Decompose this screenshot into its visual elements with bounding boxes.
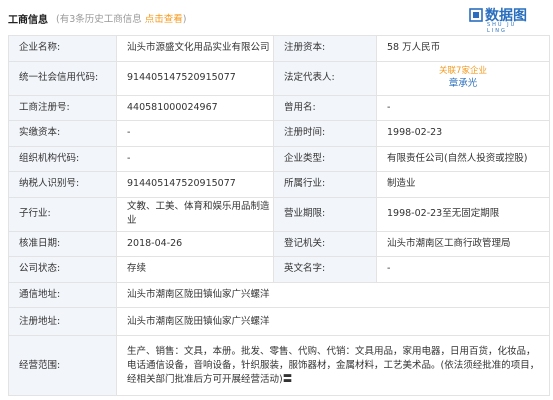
industry-label: 所属行业: bbox=[273, 171, 377, 198]
scope-value: 生产、销售：文具，本册。批发、零售、代购、代销：文具用品，家用电器，日用百货，化… bbox=[116, 335, 550, 396]
table-row: 经营范围: 生产、销售：文具，本册。批发、零售、代购、代销：文具用品，家用电器，… bbox=[8, 335, 550, 396]
reg-time-label: 注册时间: bbox=[273, 120, 377, 147]
table-row: 企业名称: 汕头市源盛文化用品实业有限公司 注册资本: 58 万人民币 bbox=[8, 35, 550, 62]
section-header: 工商信息 (有3条历史工商信息 点击查看) 数据图 SHU JU LING bbox=[0, 0, 553, 34]
table-row: 通信地址: 汕头市潮南区陇田镇仙家广兴螺洋 bbox=[8, 281, 550, 308]
reg-time-value: 1998-02-23 bbox=[376, 120, 550, 147]
paid-capital-label: 实缴资本: bbox=[8, 120, 117, 147]
related-companies-link[interactable]: 关联7家企业 bbox=[377, 66, 549, 77]
reg-authority-label: 登记机关: bbox=[273, 230, 377, 257]
biz-reg-label: 工商注册号: bbox=[8, 94, 117, 121]
table-row: 核准日期: 2018-04-26 登记机关: 汕头市潮南区工商行政管理局 bbox=[8, 230, 550, 257]
english-name-label: 英文名字: bbox=[273, 256, 377, 283]
table-row: 实缴资本: - 注册时间: 1998-02-23 bbox=[8, 120, 550, 147]
status-value: 存续 bbox=[116, 256, 274, 283]
org-code-label: 组织机构代码: bbox=[8, 145, 117, 172]
former-name-value: - bbox=[376, 94, 550, 121]
logo-subtext: SHU JU LING bbox=[487, 22, 517, 34]
company-name-value: 汕头市源盛文化用品实业有限公司 bbox=[116, 35, 274, 62]
table-row: 纳税人识别号: 914405147520915077 所属行业: 制造业 bbox=[8, 171, 550, 198]
history-note: (有3条历史工商信息 点击查看) bbox=[56, 11, 187, 25]
brand-logo: 数据图 SHU JU LING bbox=[469, 5, 539, 34]
approval-date-value: 2018-04-26 bbox=[116, 230, 274, 257]
table-row: 公司状态: 存续 英文名字: - bbox=[8, 256, 550, 283]
taxpayer-value: 914405147520915077 bbox=[116, 171, 274, 198]
section-title: 工商信息 bbox=[8, 15, 48, 26]
business-info-table: 企业名称: 汕头市源盛文化用品实业有限公司 注册资本: 58 万人民币 统一社会… bbox=[8, 35, 550, 396]
table-row: 子行业: 文教、工美、体育和娱乐用品制造业 营业期限: 1998-02-23至无… bbox=[8, 196, 550, 232]
table-row: 工商注册号: 440581000024967 曾用名: - bbox=[8, 94, 550, 121]
reg-capital-value: 58 万人民币 bbox=[376, 35, 550, 62]
credit-code-label: 统一社会信用代码: bbox=[8, 60, 117, 96]
scope-label: 经营范围: bbox=[8, 335, 117, 396]
sub-industry-label: 子行业: bbox=[8, 196, 117, 232]
credit-code-value: 914405147520915077 bbox=[116, 60, 274, 96]
table-row: 注册地址: 汕头市潮南区陇田镇仙家广兴螺洋 bbox=[8, 307, 550, 336]
approval-date-label: 核准日期: bbox=[8, 230, 117, 257]
former-name-label: 曾用名: bbox=[273, 94, 377, 121]
table-row: 组织机构代码: - 企业类型: 有限责任公司(自然人投资或控股) bbox=[8, 145, 550, 172]
company-type-label: 企业类型: bbox=[273, 145, 377, 172]
biz-term-value: 1998-02-23至无固定期限 bbox=[376, 196, 550, 232]
company-type-value: 有限责任公司(自然人投资或控股) bbox=[376, 145, 550, 172]
biz-reg-value: 440581000024967 bbox=[116, 94, 274, 121]
biz-term-label: 营业期限: bbox=[273, 196, 377, 232]
reg-capital-label: 注册资本: bbox=[273, 35, 377, 62]
status-label: 公司状态: bbox=[8, 256, 117, 283]
table-row: 统一社会信用代码: 914405147520915077 法定代表人: 关联7家… bbox=[8, 60, 550, 96]
legal-rep-label: 法定代表人: bbox=[273, 60, 377, 96]
mail-address-value: 汕头市潮南区陇田镇仙家广兴螺洋 bbox=[116, 281, 550, 308]
company-name-label: 企业名称: bbox=[8, 35, 117, 62]
english-name-value: - bbox=[376, 256, 550, 283]
history-note-open: (有3条历史工商信息 bbox=[56, 14, 145, 25]
logo-mark-icon bbox=[469, 8, 483, 22]
legal-rep-cell: 关联7家企业 章承光 bbox=[376, 60, 550, 96]
industry-value: 制造业 bbox=[376, 171, 550, 198]
paid-capital-value: - bbox=[116, 120, 274, 147]
mail-address-label: 通信地址: bbox=[8, 281, 117, 308]
org-code-value: - bbox=[116, 145, 274, 172]
history-note-close: ) bbox=[182, 14, 187, 25]
sub-industry-value: 文教、工美、体育和娱乐用品制造业 bbox=[116, 196, 274, 232]
taxpayer-label: 纳税人识别号: bbox=[8, 171, 117, 198]
reg-authority-value: 汕头市潮南区工商行政管理局 bbox=[376, 230, 550, 257]
legal-rep-link[interactable]: 章承光 bbox=[377, 77, 549, 90]
reg-address-label: 注册地址: bbox=[8, 307, 117, 336]
reg-address-value: 汕头市潮南区陇田镇仙家广兴螺洋 bbox=[116, 307, 550, 336]
view-history-link[interactable]: 点击查看 bbox=[145, 14, 183, 25]
